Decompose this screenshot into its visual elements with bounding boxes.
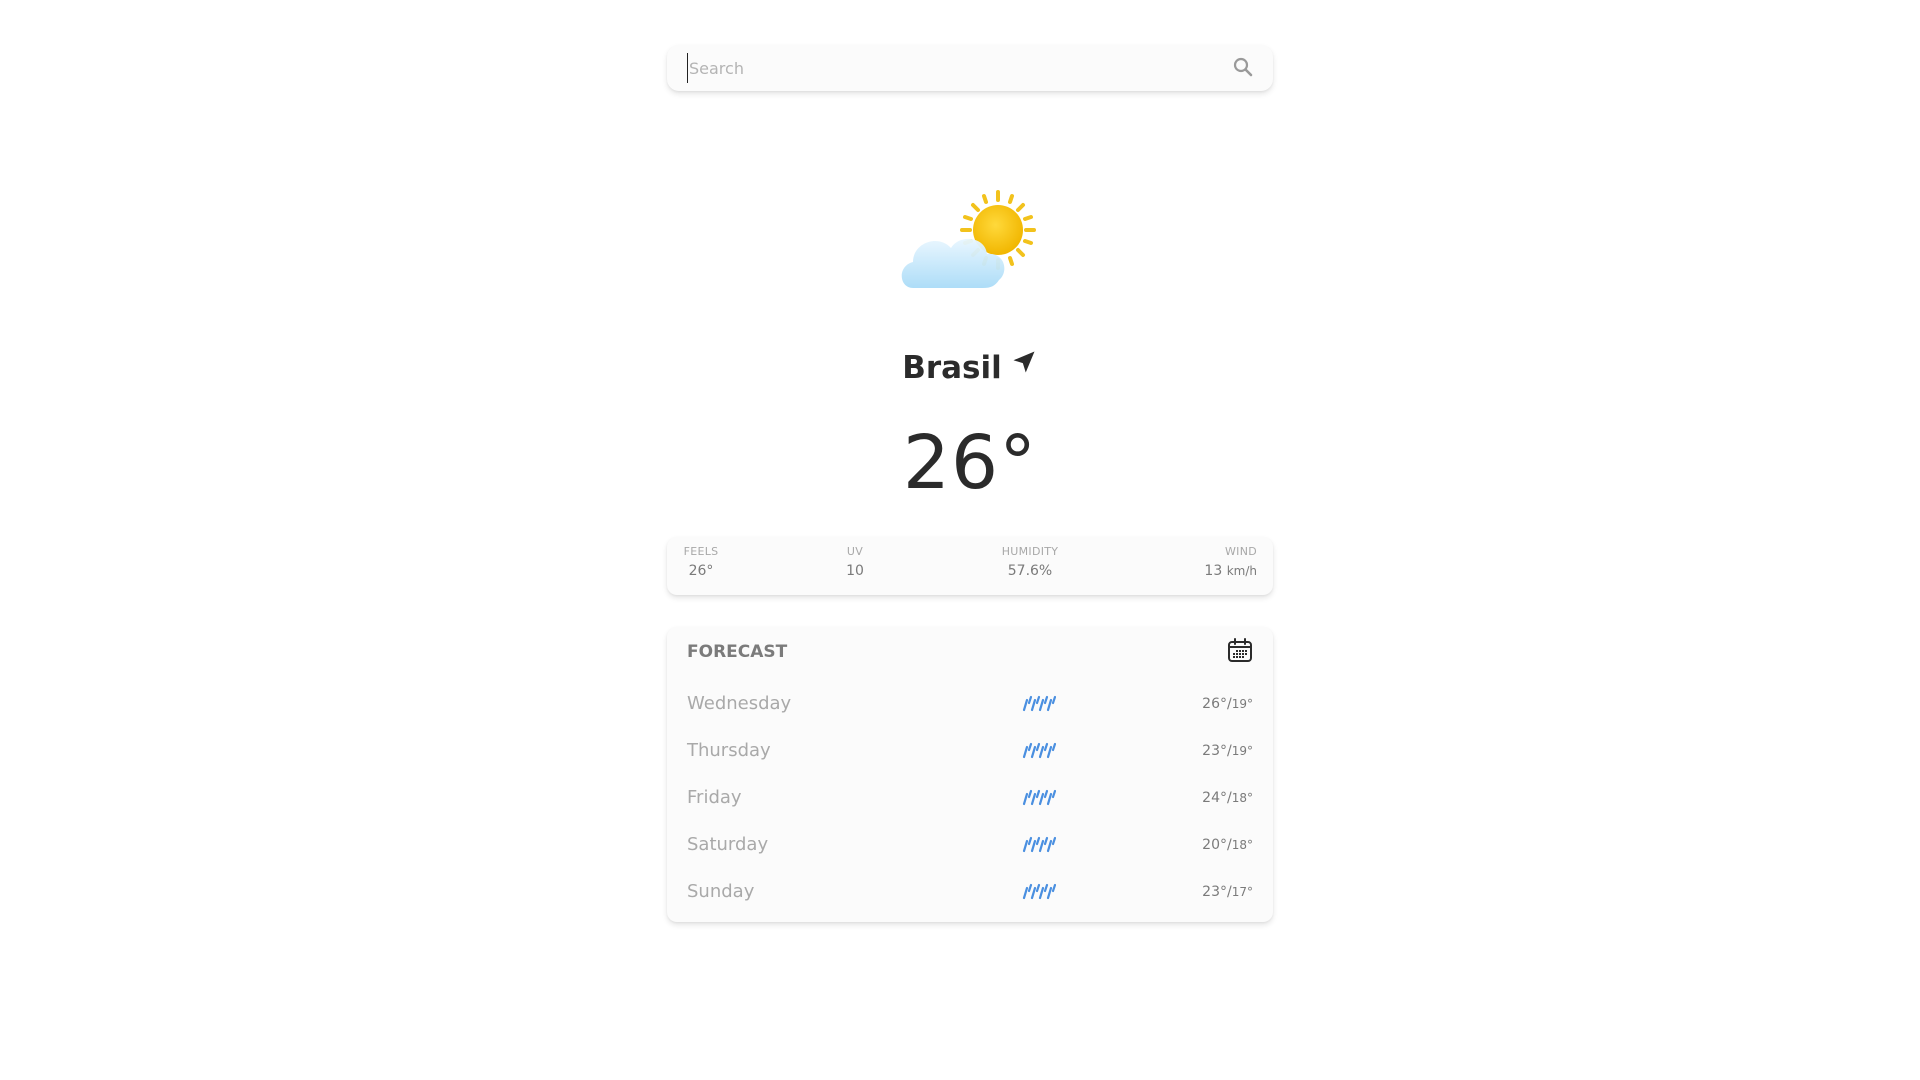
- temp-low: 19°: [1231, 744, 1253, 758]
- stat-label: HUMIDITY: [1001, 545, 1059, 558]
- partly-cloudy-icon: [901, 190, 1036, 288]
- temp-range: 20°/18°: [1202, 837, 1253, 853]
- temp-low: 19°: [1231, 697, 1253, 711]
- stat-value: 57.6%: [1007, 563, 1053, 579]
- search-bar: [667, 45, 1273, 91]
- temp-low: 17°: [1231, 885, 1253, 899]
- search-icon[interactable]: [1231, 55, 1255, 79]
- stat-label: FEELS: [683, 545, 719, 558]
- temp-high: 26°: [1202, 696, 1227, 712]
- city-heading: Brasil: [667, 346, 1273, 390]
- temp-high: 23°: [1202, 743, 1227, 759]
- stat-feels: FEELS 26°: [683, 545, 719, 583]
- temp-low: 18°: [1231, 838, 1253, 852]
- forecast-title: FORECAST: [687, 642, 788, 662]
- forecast-day: Wednesday: [687, 693, 792, 714]
- rain-icon: [1022, 789, 1056, 806]
- rain-icon: [1022, 883, 1056, 900]
- location-arrow-icon[interactable]: [1010, 348, 1038, 376]
- forecast-row-sunday: Sunday 23°/17°: [667, 872, 1273, 912]
- current-temperature: 26°: [902, 420, 1038, 506]
- forecast-row-thursday: Thursday 23°/19°: [667, 731, 1273, 771]
- weather-stats-card: FEELS 26° UV 10 HUMIDITY 57.6% WIND 13 k…: [667, 537, 1273, 595]
- forecast-day: Sunday: [687, 881, 755, 902]
- forecast-row-friday: Friday 24°/18°: [667, 778, 1273, 818]
- rain-icon: [1022, 742, 1056, 759]
- forecast-card: FORECAST Wednesday 26°/19° Thursday 23°/…: [667, 627, 1273, 922]
- forecast-day: Thursday: [687, 740, 771, 761]
- temp-high: 23°: [1202, 884, 1227, 900]
- stat-value: 26°: [688, 563, 714, 579]
- rain-icon: [1022, 836, 1056, 853]
- forecast-day: Saturday: [687, 834, 769, 855]
- search-input[interactable]: [687, 53, 1207, 83]
- wind-speed: 13: [1204, 563, 1223, 579]
- stat-humidity: HUMIDITY 57.6%: [1000, 545, 1060, 583]
- stat-label: UV: [846, 545, 864, 558]
- city-name: Brasil: [902, 350, 1002, 386]
- temp-high: 20°: [1202, 837, 1227, 853]
- stat-value: 10: [846, 563, 864, 579]
- temp-range: 23°/19°: [1202, 743, 1253, 759]
- forecast-row-saturday: Saturday 20°/18°: [667, 825, 1273, 865]
- stat-label: WIND: [1224, 545, 1257, 558]
- stat-wind: WIND 13 km/h: [1197, 545, 1257, 583]
- stat-uv: UV 10: [840, 545, 870, 583]
- forecast-row-wednesday: Wednesday 26°/19°: [667, 684, 1273, 724]
- rain-icon: [1022, 695, 1056, 712]
- temp-high: 24°: [1202, 790, 1227, 806]
- temp-range: 23°/17°: [1202, 884, 1253, 900]
- calendar-icon[interactable]: [1227, 637, 1253, 663]
- temp-low: 18°: [1231, 791, 1253, 805]
- temp-range: 26°/19°: [1202, 696, 1253, 712]
- stat-value: 13 km/h: [1197, 559, 1257, 583]
- wind-unit: km/h: [1226, 564, 1257, 578]
- temp-range: 24°/18°: [1202, 790, 1253, 806]
- forecast-day: Friday: [687, 787, 742, 808]
